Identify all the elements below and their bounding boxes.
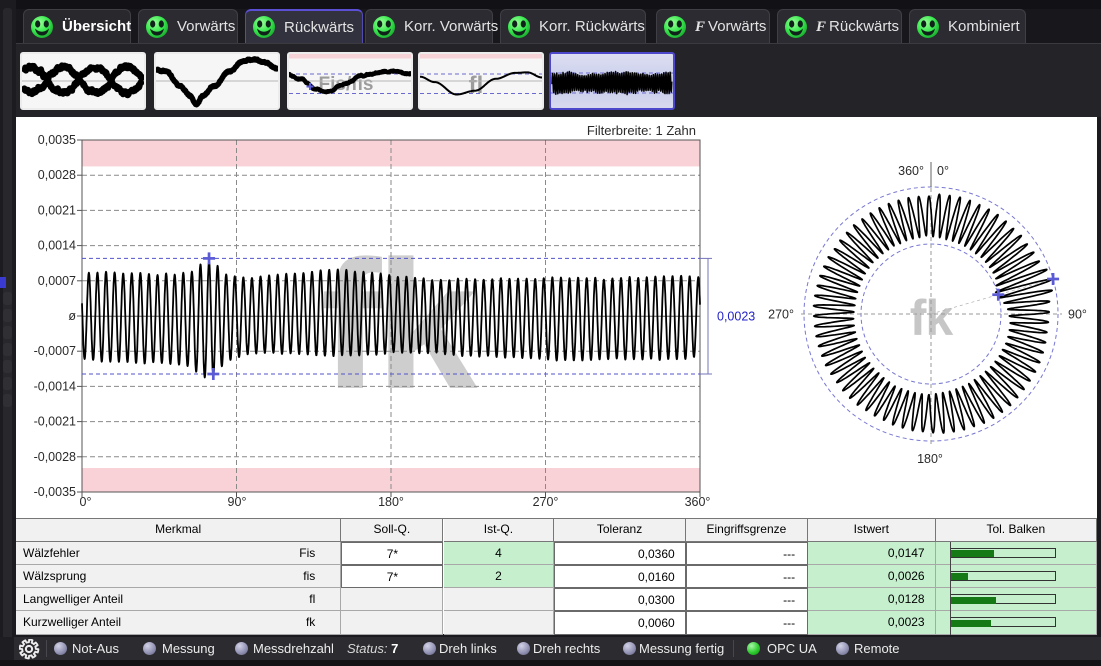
svg-text:0°: 0° xyxy=(937,164,949,178)
svg-text:Filterbreite: 1 Zahn: Filterbreite: 1 Zahn xyxy=(587,123,696,138)
svg-text:fl: fl xyxy=(469,72,484,99)
svg-text:0°: 0° xyxy=(80,495,92,509)
svg-text:-0,0035: -0,0035 xyxy=(34,485,76,499)
svg-text:270°: 270° xyxy=(533,495,559,509)
svg-text:180°: 180° xyxy=(378,495,404,509)
svg-text:fk: fk xyxy=(910,290,954,346)
svg-text:0,0035: 0,0035 xyxy=(38,133,76,147)
svg-text:360°: 360° xyxy=(685,495,711,509)
svg-text:90°: 90° xyxy=(228,495,247,509)
svg-text:0,0007: 0,0007 xyxy=(38,274,76,288)
svg-text:0,0023: 0,0023 xyxy=(717,310,755,324)
svg-text:-0,0021: -0,0021 xyxy=(34,415,76,429)
svg-text:0,0014: 0,0014 xyxy=(38,239,76,253)
svg-text:ø: ø xyxy=(68,309,76,323)
svg-text:0,0021: 0,0021 xyxy=(38,203,76,217)
svg-text:180°: 180° xyxy=(917,452,943,466)
svg-text:-0,0028: -0,0028 xyxy=(34,450,76,464)
svg-text:-0,0014: -0,0014 xyxy=(34,379,76,393)
svg-text:-0,0007: -0,0007 xyxy=(34,344,76,358)
svg-text:360°: 360° xyxy=(898,164,924,178)
svg-text:0,0028: 0,0028 xyxy=(38,168,76,182)
svg-text:90°: 90° xyxy=(1068,308,1087,322)
svg-text:270°: 270° xyxy=(768,308,794,322)
